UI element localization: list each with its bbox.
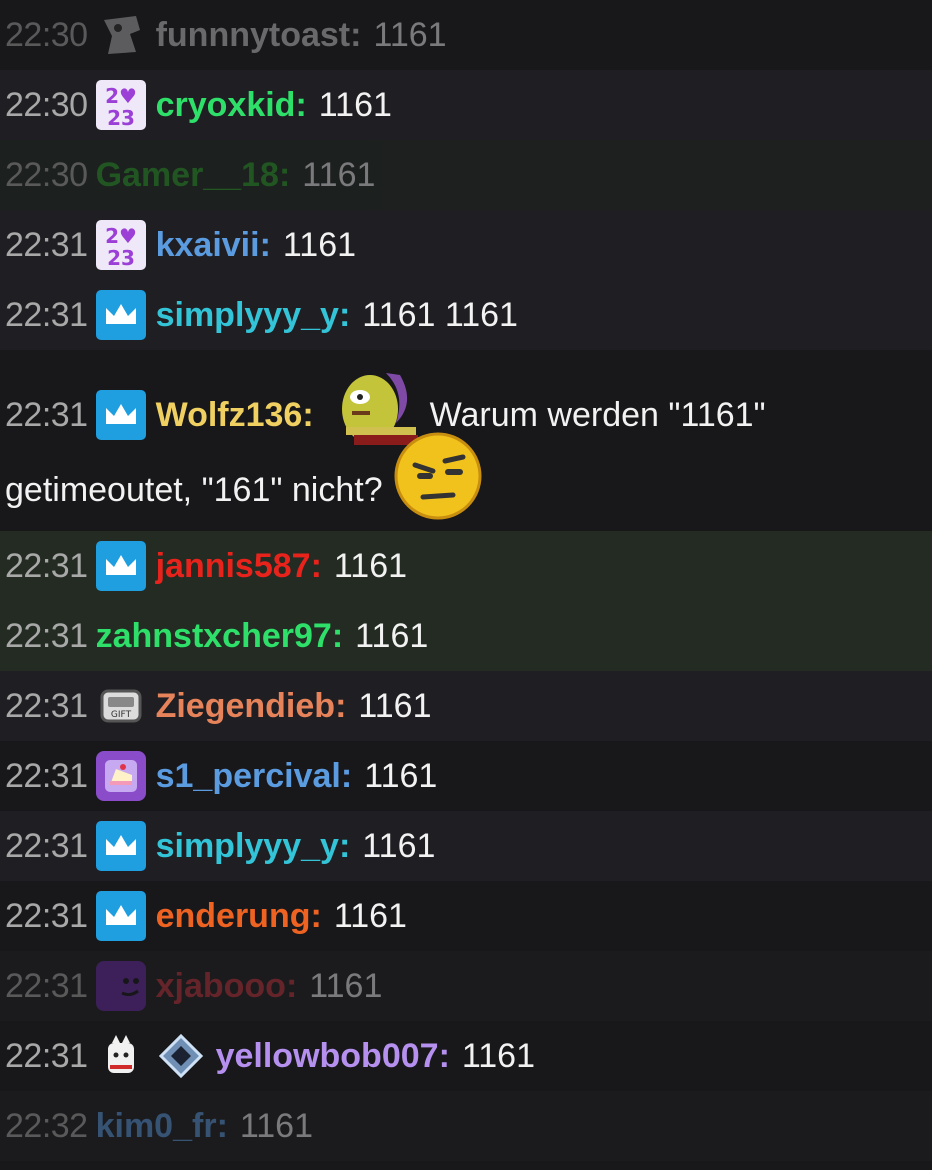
username[interactable]: Gamer__18 [96, 156, 279, 195]
username-colon: : [338, 826, 351, 865]
svg-text:23: 23 [107, 106, 135, 130]
timestamp: 22:31 [5, 966, 88, 1005]
message-text: 1161 [355, 616, 429, 655]
username[interactable]: cryoxkid [156, 86, 296, 125]
timestamp: 22:30 [5, 85, 88, 124]
chat-message: 22:31 enderung:1161 [0, 881, 932, 951]
message-text: 1161 1161 [362, 295, 518, 334]
message-text: 1161 [358, 686, 432, 725]
username-colon: : [302, 395, 314, 434]
chat-message: 22:30 2♥ 23 cryoxkid:1161 [0, 70, 932, 140]
crown-icon[interactable] [95, 891, 146, 941]
username[interactable]: Ziegendieb [156, 687, 335, 726]
timestamp: 22:31 [5, 395, 88, 434]
chat-message: 22:31 simplyyy_y:1161 [0, 811, 932, 881]
chat-message: 22:30 funnnytoast:1161 [0, 0, 932, 70]
username[interactable]: kim0_fr [96, 1107, 217, 1146]
username[interactable]: s1_percival [156, 757, 341, 796]
message-text: 1161 [282, 225, 357, 264]
chat-message: 22:31 simplyyy_y:1161 1161 [0, 280, 932, 350]
message-text: 1161 [373, 15, 447, 54]
crown-icon[interactable] [95, 290, 146, 340]
message-text: 1161 [302, 155, 376, 194]
username-colon: : [350, 15, 362, 54]
svg-text:2♥: 2♥ [105, 224, 137, 248]
username[interactable]: zahnstxcher97 [96, 617, 332, 656]
message-text: 1161 [239, 1106, 314, 1145]
timestamp: 22:31 [5, 616, 88, 655]
username[interactable]: yellowbob007 [216, 1037, 439, 1076]
username-colon: : [340, 756, 353, 795]
gear-icon[interactable]: GIFT [96, 681, 146, 731]
username[interactable]: jannis587 [156, 547, 311, 586]
username-colon: : [278, 155, 291, 194]
svg-text:2♥: 2♥ [105, 84, 137, 108]
timestamp: 22:31 [5, 295, 88, 334]
svg-text:GIFT: GIFT [111, 710, 132, 720]
message-text: 1161 [362, 826, 436, 865]
username-colon: : [259, 225, 271, 264]
username-colon: : [285, 966, 298, 1005]
2023-badge-icon[interactable]: 2♥ 23 [95, 220, 146, 270]
2023-badge-icon[interactable]: 2♥ 23 [95, 80, 146, 130]
username-colon: : [310, 546, 322, 585]
username-colon: : [295, 85, 307, 124]
purple-face-icon[interactable] [95, 961, 146, 1011]
chat-message: 22:32 kim0_fr:1161 [0, 1091, 932, 1161]
crown-icon[interactable] [95, 541, 146, 591]
username-colon: : [338, 295, 351, 334]
skeptical-face-emote-icon[interactable] [393, 431, 483, 530]
cake-icon[interactable] [95, 751, 146, 801]
chat-message: 22:31 xjabooo:1161 [0, 951, 932, 1021]
username[interactable]: funnnytoast [156, 16, 351, 55]
username[interactable]: simplyyy_y [156, 827, 339, 866]
chat-message: 22:31 Wolfz136: Warum werden "1161" getimeo… [0, 350, 932, 531]
diamond-icon[interactable] [156, 1031, 206, 1081]
timestamp: 22:31 [5, 686, 88, 725]
crown-icon[interactable] [95, 390, 146, 440]
username[interactable]: simplyyy_y [156, 296, 339, 335]
message-text-continued: getimeoutet, "161" nicht? [5, 470, 383, 509]
username-colon: : [331, 616, 344, 655]
username-colon: : [216, 1106, 228, 1145]
timestamp: 22:31 [5, 225, 88, 264]
username[interactable]: kxaivii [156, 226, 260, 265]
chat-message: 22:31 zahnstxcher97:1161 [0, 601, 932, 671]
username[interactable]: xjabooo [156, 967, 286, 1006]
timestamp: 22:31 [5, 756, 88, 795]
chat-message: 22:31 GIFT Ziegendieb:1161 [0, 671, 932, 741]
message-text: 1161 [364, 756, 438, 795]
timestamp: 22:30 [5, 155, 88, 194]
chat-message: 22:31 yellowbob007:1161 [0, 1021, 932, 1091]
message-text: Warum werden "1161" [429, 395, 766, 434]
message-text: 1161 [461, 1036, 536, 1075]
chat-message: 22:31 2♥ 23 kxaivii:1161 [0, 210, 932, 280]
svg-text:23: 23 [107, 246, 135, 270]
avatar-icon[interactable] [96, 10, 146, 60]
chat-message: 22:30 Gamer__18:1161 [0, 140, 932, 210]
timestamp: 22:31 [5, 1036, 88, 1075]
username-colon: : [310, 896, 322, 935]
chat-message: 22:31 jannis587:1161 [0, 531, 932, 601]
crown-icon[interactable] [95, 821, 146, 871]
timestamp: 22:32 [5, 1106, 88, 1145]
username-colon: : [335, 686, 347, 725]
timestamp: 22:31 [5, 546, 88, 585]
chat-log: 22:30 funnnytoast:1161 22:30 2♥ 23 cryoxkid:1… [0, 0, 932, 1161]
message-text: 1161 [309, 966, 383, 1005]
timestamp: 22:31 [5, 826, 88, 865]
message-text: 1161 [333, 546, 408, 585]
username[interactable]: Wolfz136 [156, 396, 303, 435]
timestamp: 22:30 [5, 15, 88, 54]
timestamp: 22:31 [5, 896, 88, 935]
ghost-icon[interactable] [96, 1031, 146, 1081]
message-text: 1161 [318, 85, 392, 124]
chat-message: 22:31 s1_percival:1161 [0, 741, 932, 811]
message-text: 1161 [333, 896, 407, 935]
username-colon: : [438, 1036, 450, 1075]
username[interactable]: enderung [156, 897, 311, 936]
